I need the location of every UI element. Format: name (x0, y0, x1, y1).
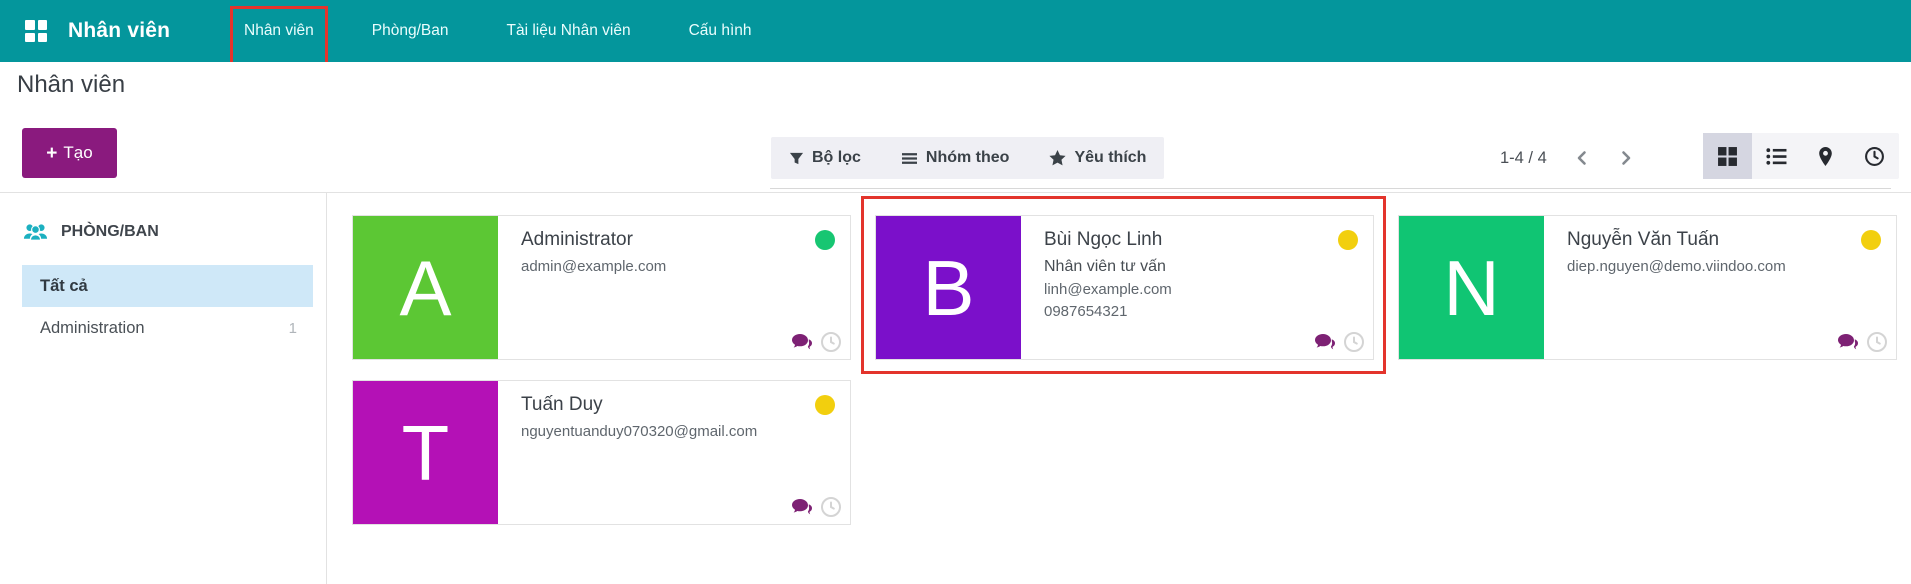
employee-avatar: B (876, 216, 1021, 359)
card-activity-clock-icon[interactable] (819, 495, 843, 519)
avatar-initial: B (922, 249, 974, 327)
card-activity-clock-icon[interactable] (1342, 330, 1366, 354)
view-activity-button[interactable] (1850, 133, 1899, 179)
card-footer (789, 330, 843, 354)
card-footer (1312, 330, 1366, 354)
activity-view-icon (1864, 146, 1885, 167)
view-switcher (1703, 133, 1899, 179)
menu-item-phong-ban[interactable]: Phòng/Ban (359, 0, 462, 62)
employee-name: Nguyễn Văn Tuấn (1567, 229, 1856, 251)
card-activity-clock-icon[interactable] (1865, 330, 1889, 354)
group-by-button[interactable]: Nhóm theo (901, 149, 1010, 167)
view-list-button[interactable] (1752, 133, 1801, 179)
employee-details: diep.nguyen@demo.viindoo.com (1567, 258, 1856, 275)
list-icon (1766, 146, 1787, 167)
department-list: Tất cả Administration 1 (0, 265, 326, 349)
top-menu: Nhân viên Phòng/Ban Tài liệu Nhân viên C… (231, 0, 797, 62)
sidebar-heading: PHÒNG/BAN (22, 221, 326, 243)
card-footer (789, 495, 843, 519)
menu-item-tai-lieu[interactable]: Tài liệu Nhân viên (494, 0, 644, 62)
card-chat-icon[interactable] (789, 495, 816, 519)
filter-toolbar: Bộ lọc Nhóm theo Yêu thích (771, 137, 1164, 179)
filter-funnel-icon (789, 151, 804, 166)
plus-icon: + (46, 144, 57, 163)
app-brand-title[interactable]: Nhân viên (68, 0, 170, 62)
employee-card[interactable]: T Tuấn Duy nguyentuanduy070320@gmail.com (352, 380, 851, 525)
employee-avatar: T (353, 381, 498, 524)
employee-details: admin@example.com (521, 258, 810, 275)
status-dot[interactable] (815, 395, 835, 415)
card-activity-clock-icon[interactable] (819, 330, 843, 354)
pager-next-icon[interactable] (1617, 149, 1635, 167)
kanban-icon (1717, 146, 1738, 167)
card-chat-icon[interactable] (1835, 330, 1862, 354)
pager: 1-4 / 4 (1500, 137, 1635, 179)
pager-previous-icon[interactable] (1573, 149, 1591, 167)
main-area: PHÒNG/BAN Tất cả Administration 1 A Admi… (0, 193, 1911, 584)
favorites-button[interactable]: Yêu thích (1049, 149, 1146, 167)
sidebar-department-item[interactable]: Tất cả (22, 265, 313, 307)
card-chat-icon[interactable] (1312, 330, 1339, 354)
status-dot[interactable] (1861, 230, 1881, 250)
menu-item-cau-hinh[interactable]: Cấu hình (676, 0, 765, 62)
view-kanban-button[interactable] (1703, 133, 1752, 179)
department-label: Tất cả (40, 277, 88, 296)
employee-card[interactable]: N Nguyễn Văn Tuấn diep.nguyen@demo.viind… (1398, 215, 1897, 360)
employee-job: Nhân viên tư vấn (1044, 258, 1333, 276)
star-icon (1049, 150, 1066, 166)
menu-item-nhan-vien[interactable]: Nhân viên (231, 0, 327, 62)
departments-sidebar: PHÒNG/BAN Tất cả Administration 1 (0, 193, 327, 584)
avatar-initial: A (399, 249, 451, 327)
employee-details: nguyentuanduy070320@gmail.com (521, 423, 810, 440)
employee-name: Administrator (521, 229, 810, 251)
map-pin-icon (1815, 146, 1836, 167)
employee-email: diep.nguyen@demo.viindoo.com (1567, 258, 1856, 275)
employee-name: Bùi Ngọc Linh (1044, 229, 1333, 251)
employee-name: Tuấn Duy (521, 394, 810, 416)
employee-avatar: N (1399, 216, 1544, 359)
employee-email: nguyentuanduy070320@gmail.com (521, 423, 810, 440)
top-navbar: Nhân viên Nhân viên Phòng/Ban Tài liệu N… (0, 0, 1911, 62)
apps-grid-icon[interactable] (25, 20, 47, 42)
status-dot[interactable] (815, 230, 835, 250)
create-button[interactable]: + Tạo (22, 128, 117, 178)
department-label: Administration (40, 319, 145, 338)
card-footer (1835, 330, 1889, 354)
page-title: Nhân viên (17, 71, 125, 99)
employee-phone: 0987654321 (1044, 303, 1333, 320)
filters-button[interactable]: Bộ lọc (789, 149, 861, 167)
employee-card[interactable]: A Administrator admin@example.com (352, 215, 851, 360)
employee-email: linh@example.com (1044, 281, 1333, 298)
pager-range: 1-4 / 4 (1500, 149, 1547, 168)
group-by-icon (901, 151, 918, 166)
avatar-initial: N (1443, 249, 1499, 327)
employee-avatar: A (353, 216, 498, 359)
employee-kanban: A Administrator admin@example.com B Bùi … (327, 193, 1911, 584)
sidebar-department-item[interactable]: Administration 1 (22, 307, 313, 349)
employee-card[interactable]: B Bùi Ngọc Linh Nhân viên tư vấn linh@exa… (875, 215, 1374, 360)
card-chat-icon[interactable] (789, 330, 816, 354)
employee-details: Nhân viên tư vấn linh@example.com 09876543… (1044, 258, 1333, 320)
status-dot[interactable] (1338, 230, 1358, 250)
users-group-icon (22, 221, 49, 243)
control-panel: Nhân viên + Tạo Bộ lọc Nhóm theo (0, 62, 1911, 193)
employee-email: admin@example.com (521, 258, 810, 275)
department-count: 1 (289, 320, 297, 337)
avatar-initial: T (402, 414, 450, 492)
view-map-button[interactable] (1801, 133, 1850, 179)
